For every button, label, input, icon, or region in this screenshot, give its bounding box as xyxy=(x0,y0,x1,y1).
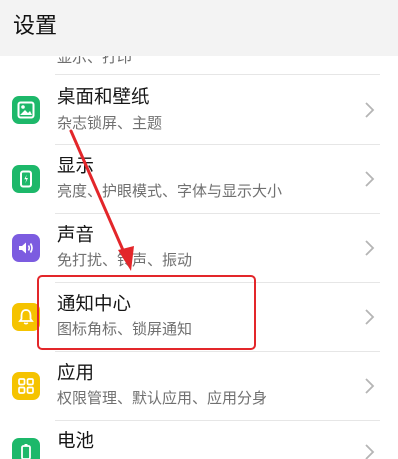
annotation-arrow-icon xyxy=(69,129,134,271)
